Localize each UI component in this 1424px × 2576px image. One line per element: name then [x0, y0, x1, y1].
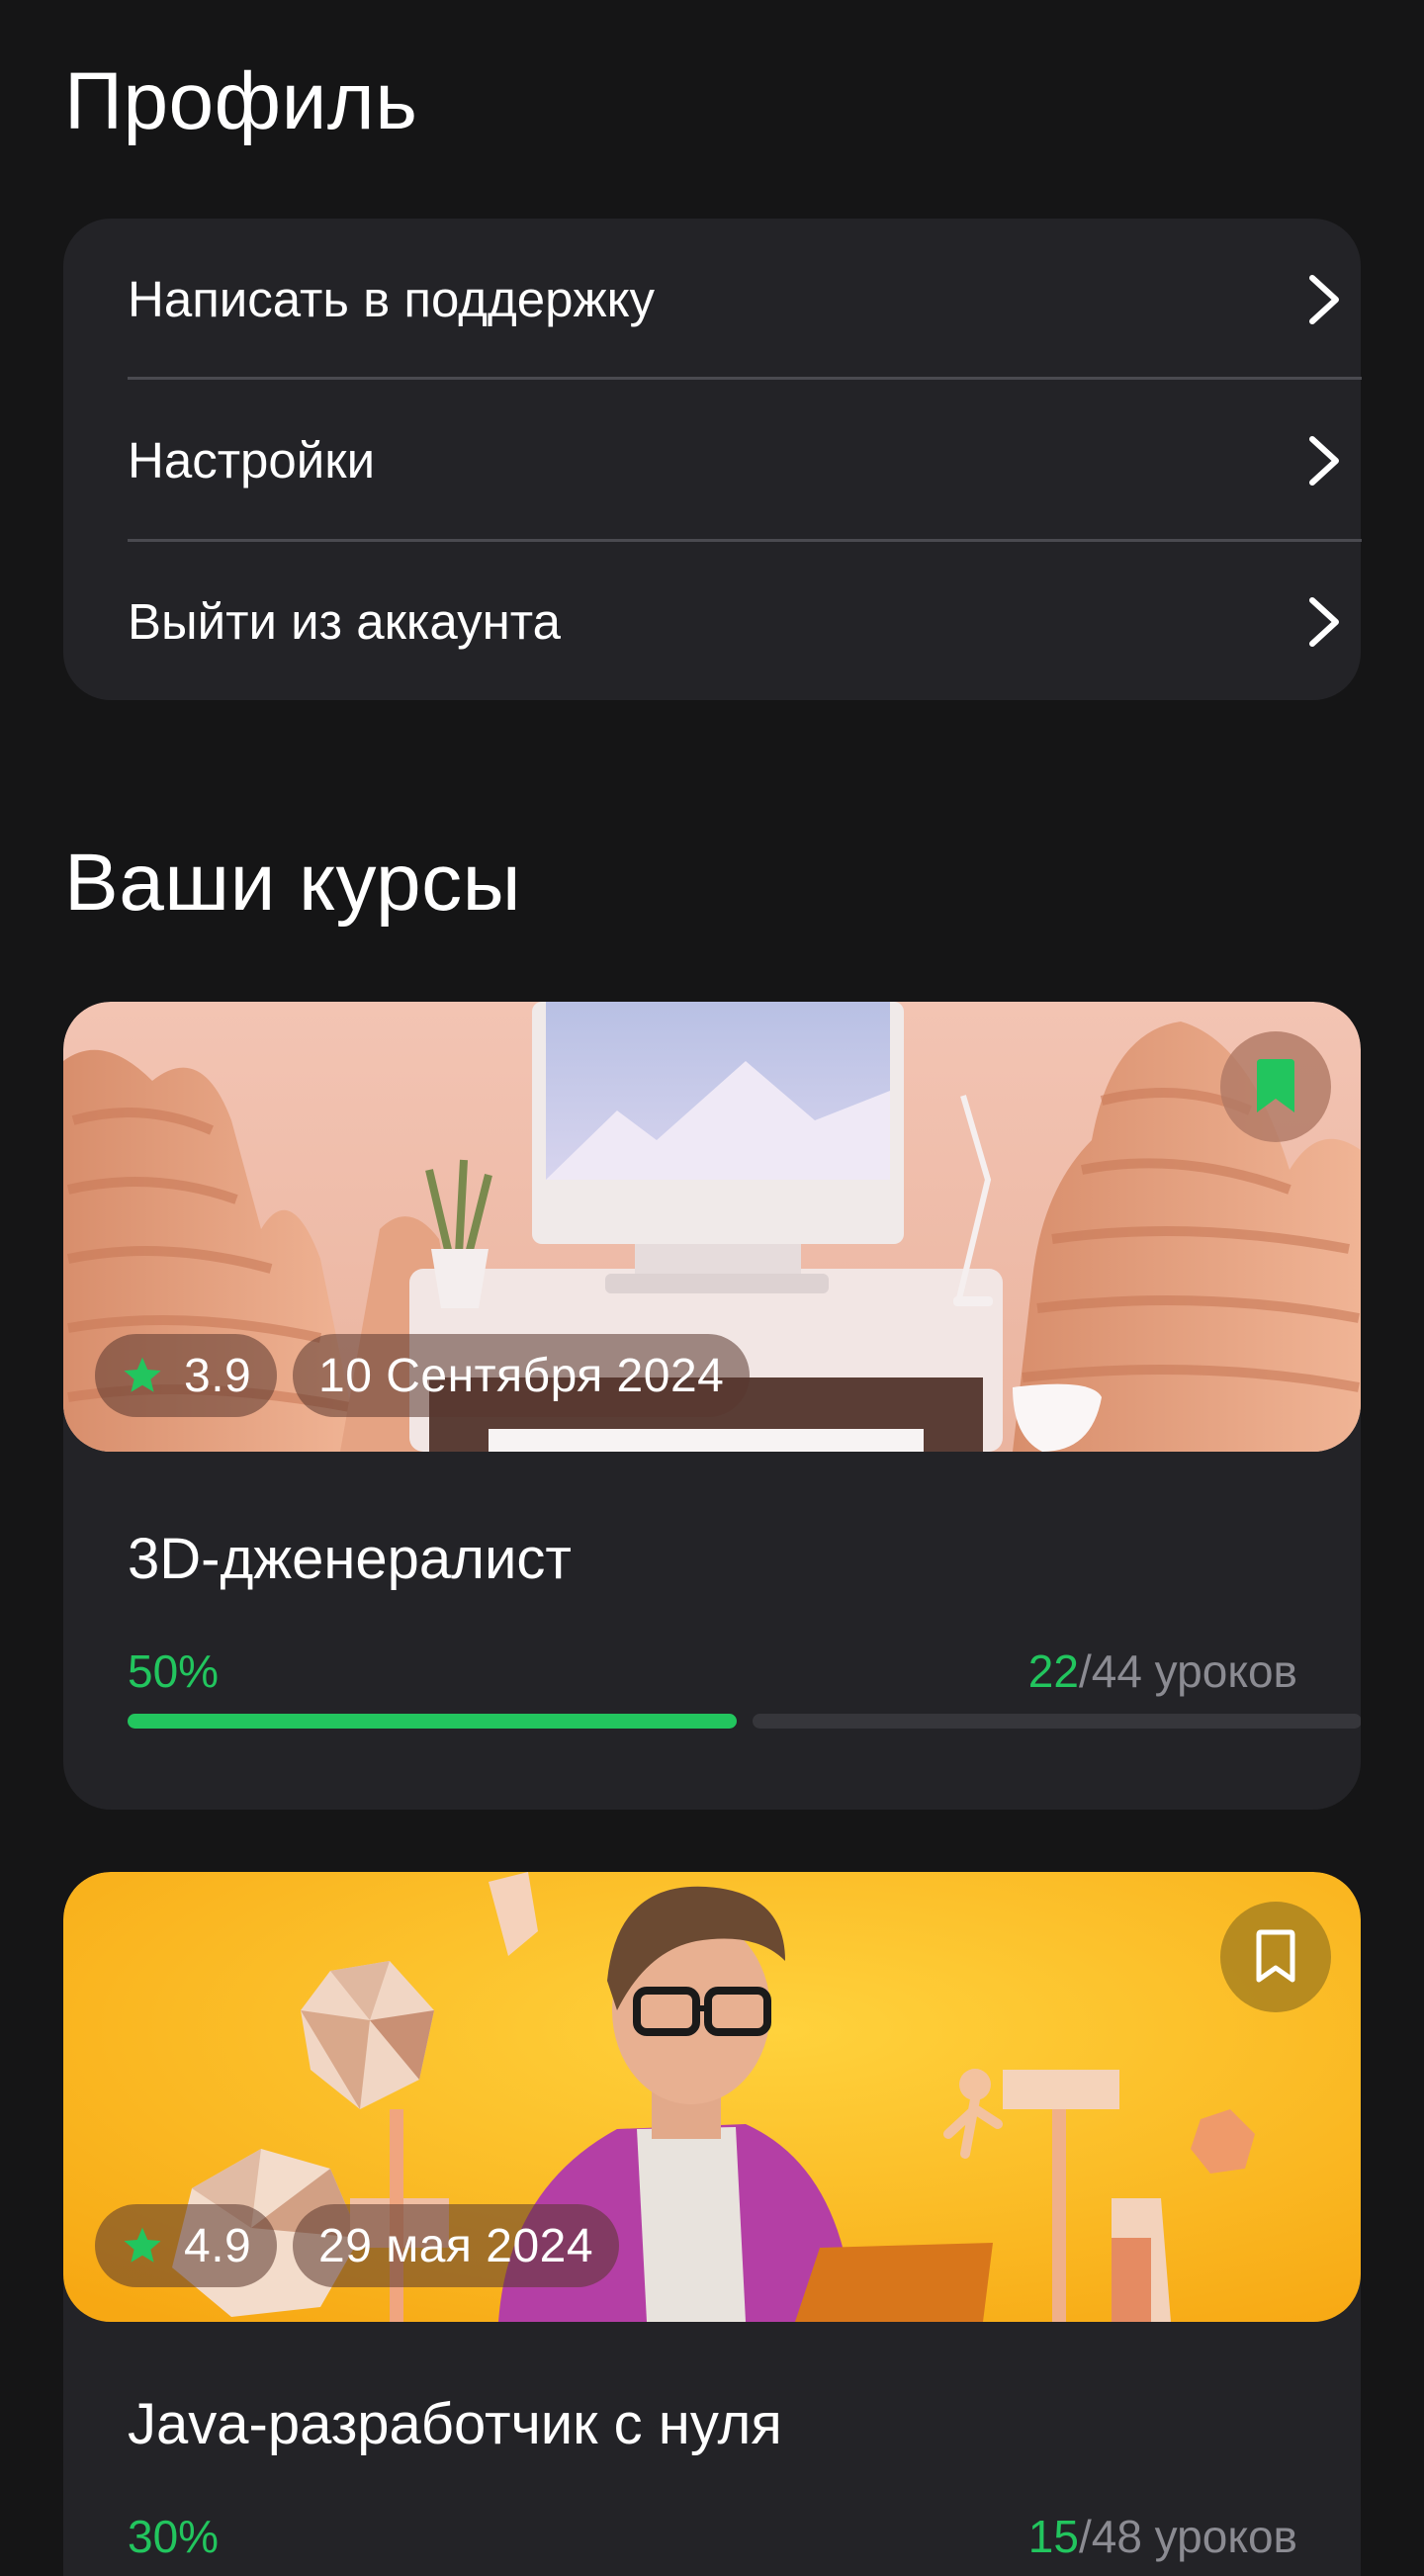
date-badge: 10 Сентября 2024 [293, 1334, 751, 1417]
date-badge: 29 мая 2024 [293, 2204, 620, 2287]
rating-value: 3.9 [184, 1349, 252, 1402]
star-icon [124, 2227, 161, 2263]
profile-menu: Написать в поддержку Настройки Выйти из … [63, 219, 1362, 702]
course-card[interactable]: 3.9 10 Сентября 2024 3D-дженералист 50% … [63, 1002, 1361, 1810]
menu-item-label: Выйти из аккаунта [128, 593, 561, 650]
menu-item-label: Настройки [128, 432, 376, 489]
bookmark-button[interactable] [1220, 1902, 1331, 2012]
rating-value: 4.9 [184, 2219, 252, 2272]
profile-page: Профиль Написать в поддержку Настройки В… [0, 0, 1424, 2576]
rating-badge: 3.9 [95, 1334, 278, 1417]
bookmark-icon [1257, 1059, 1294, 1112]
page-title: Профиль [64, 56, 418, 146]
lessons-total: /44 уроков [1078, 1645, 1297, 1697]
progress-percent: 30% [128, 2511, 220, 2562]
progress-bar [128, 1714, 1361, 1729]
menu-item-settings[interactable]: Настройки [128, 380, 1362, 541]
course-title: Java-разработчик с нуля [128, 2392, 782, 2456]
progress-fill [128, 1714, 737, 1729]
lessons-count: 22/44 уроков [1028, 1644, 1297, 1698]
chevron-right-icon [1309, 274, 1339, 324]
menu-item-support[interactable]: Написать в поддержку [128, 219, 1362, 380]
chevron-right-icon [1309, 435, 1339, 486]
rating-badge: 4.9 [95, 2204, 278, 2287]
course-title: 3D-дженералист [128, 1527, 572, 1591]
menu-item-label: Написать в поддержку [128, 271, 656, 327]
lessons-total: /48 уроков [1078, 2511, 1297, 2562]
lessons-done: 22 [1027, 1645, 1079, 1697]
star-icon [124, 1357, 161, 1392]
menu-item-logout[interactable]: Выйти из аккаунта [128, 541, 1362, 702]
section-title: Ваши курсы [64, 838, 522, 928]
progress-percent: 50% [128, 1645, 220, 1697]
bookmark-icon [1256, 1929, 1295, 1983]
course-date: 29 мая 2024 [318, 2219, 594, 2272]
bookmark-button[interactable] [1220, 1031, 1331, 1142]
course-date: 10 Сентября 2024 [318, 1349, 725, 1402]
course-card[interactable]: 4.9 29 мая 2024 Java-разработчик с нуля … [63, 1872, 1361, 2576]
chevron-right-icon [1309, 596, 1339, 647]
progress-remaining [753, 1714, 1361, 1729]
lessons-count: 15/48 уроков [1028, 2510, 1297, 2563]
lessons-done: 15 [1027, 2511, 1079, 2562]
